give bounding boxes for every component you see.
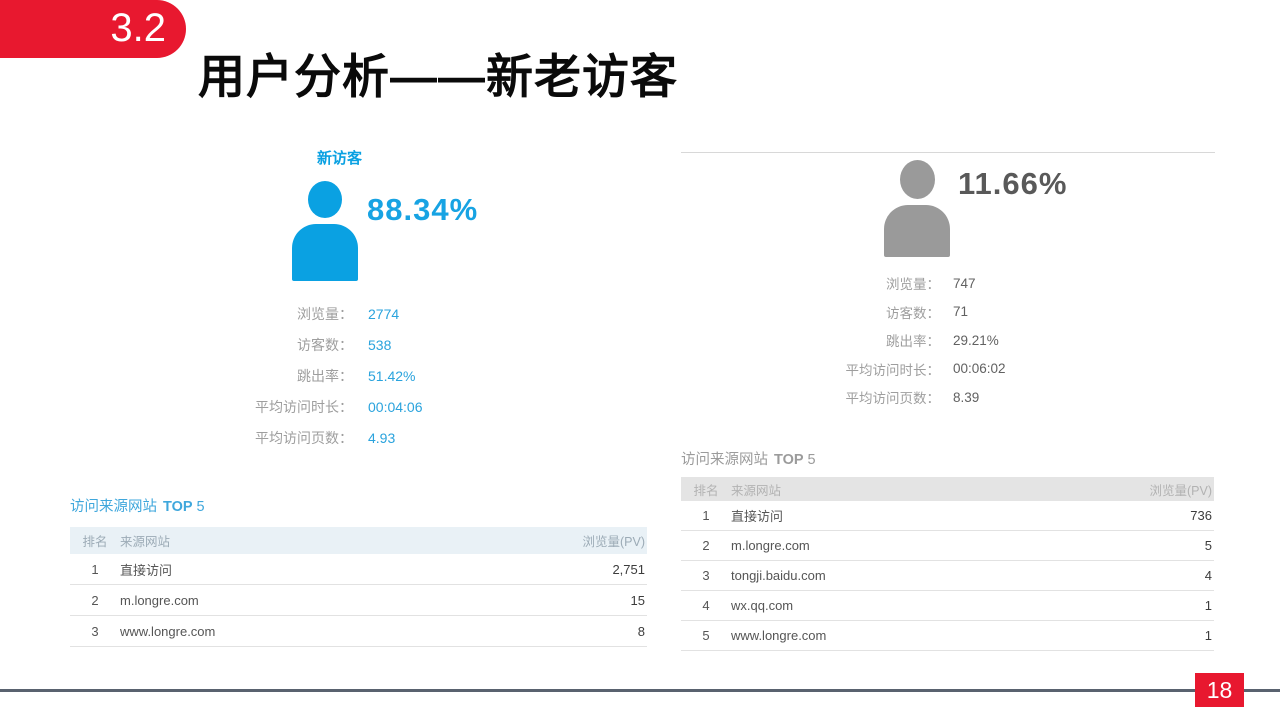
returning-visitors-percent: 11.66%	[958, 166, 1068, 201]
table-row: 3 www.longre.com 8	[70, 616, 647, 647]
section-number-badge: 3.2	[0, 0, 186, 58]
stat-label: 访客数：	[886, 305, 940, 321]
table-row: 1 直接访问 2,751	[70, 554, 647, 585]
table-title-text: 访问来源网站	[70, 499, 157, 515]
stat-value: 8.39	[953, 389, 980, 405]
new-visitors-percent: 88.34%	[367, 192, 479, 227]
table-title-top: TOP	[163, 499, 193, 515]
source-table-title-right: 访问来源网站 TOP 5	[681, 448, 816, 469]
cell-rank: 2	[702, 538, 710, 553]
cell-site: m.longre.com	[731, 538, 810, 553]
source-table-right: 排名 来源网站 浏览量(PV) 1 直接访问 736 2 m.longre.co…	[681, 477, 1214, 651]
cell-rank: 3	[702, 568, 710, 583]
cell-rank: 1	[91, 561, 99, 577]
table-row: 3 tongji.baidu.com 4	[681, 561, 1214, 591]
cell-site: www.longre.com	[120, 623, 216, 639]
stat-value: 4.93	[368, 429, 396, 446]
stat-row: 访客数： 71	[772, 298, 1006, 327]
header-site: 来源网站	[120, 535, 171, 549]
cell-pv: 15	[630, 592, 645, 608]
cell-pv: 4	[1204, 568, 1212, 583]
table-header-row: 排名 来源网站 浏览量(PV)	[681, 477, 1214, 501]
stat-label: 浏览量：	[297, 305, 353, 322]
stat-row: 平均访问时长： 00:06:02	[772, 355, 1006, 384]
stat-label: 浏览量：	[886, 277, 940, 293]
stat-value: 2774	[368, 305, 400, 322]
returning-visitors-stats: 浏览量： 747 访客数： 71 跳出率： 29.21% 平均访问时长： 00:…	[772, 269, 1006, 412]
cell-rank: 3	[91, 623, 99, 639]
table-title-n: 5	[807, 452, 816, 468]
stat-label: 平均访问页数：	[255, 429, 353, 446]
stat-label: 平均访问时长：	[255, 398, 353, 415]
header-site: 来源网站	[731, 483, 782, 498]
cell-pv: 1	[1204, 628, 1212, 643]
stat-label: 平均访问时长：	[845, 362, 941, 378]
stat-row: 跳出率： 51.42%	[185, 360, 423, 391]
panel-top-divider	[681, 152, 1215, 153]
stat-row: 浏览量： 2774	[185, 298, 423, 329]
cell-site: m.longre.com	[120, 592, 199, 608]
page-number-badge: 18	[1195, 673, 1244, 707]
cell-rank: 4	[702, 598, 710, 613]
stat-row: 跳出率： 29.21%	[772, 326, 1006, 355]
source-table-left: 排名 来源网站 浏览量(PV) 1 直接访问 2,751 2 m.longre.…	[70, 527, 647, 647]
stat-row: 平均访问页数： 4.93	[185, 422, 423, 453]
stat-value: 747	[953, 275, 976, 291]
table-row: 1 直接访问 736	[681, 501, 1214, 531]
stat-row: 访客数： 538	[185, 329, 423, 360]
stat-value: 51.42%	[368, 367, 416, 384]
cell-pv: 5	[1204, 538, 1212, 553]
source-table-title-left: 访问来源网站 TOP 5	[70, 495, 205, 516]
page-title: 用户分析——新老访客	[198, 50, 678, 103]
cell-site: 直接访问	[731, 509, 784, 524]
table-row: 5 www.longre.com 1	[681, 621, 1214, 651]
stat-value: 538	[368, 336, 392, 353]
table-row: 2 m.longre.com 15	[70, 585, 647, 616]
cell-site: www.longre.com	[731, 628, 827, 643]
stat-label: 跳出率：	[886, 334, 940, 350]
table-row: 4 wx.qq.com 1	[681, 591, 1214, 621]
table-header-row: 排名 来源网站 浏览量(PV)	[70, 527, 647, 554]
cell-rank: 1	[702, 508, 710, 523]
stat-value: 00:04:06	[368, 398, 423, 415]
table-title-text: 访问来源网站	[681, 452, 768, 468]
footer-divider-line	[0, 689, 1280, 692]
stat-row: 平均访问页数： 8.39	[772, 383, 1006, 412]
table-row: 2 m.longre.com 5	[681, 531, 1214, 561]
cell-site: 直接访问	[120, 562, 173, 578]
cell-pv: 8	[637, 623, 645, 639]
cell-pv: 2,751	[612, 561, 645, 577]
cell-site: wx.qq.com	[731, 598, 794, 613]
stat-label: 访客数：	[297, 336, 353, 353]
cell-rank: 2	[91, 592, 99, 608]
cell-rank: 5	[702, 628, 710, 643]
stat-label: 跳出率：	[297, 367, 353, 384]
header-rank: 排名	[82, 535, 108, 549]
cell-pv: 736	[1190, 508, 1212, 523]
stat-row: 平均访问时长： 00:04:06	[185, 391, 423, 422]
stat-label: 平均访问页数：	[845, 391, 941, 407]
table-title-n: 5	[196, 499, 205, 515]
header-pv: 浏览量(PV)	[1149, 483, 1212, 498]
header-pv: 浏览量(PV)	[582, 535, 645, 549]
stat-row: 浏览量： 747	[772, 269, 1006, 298]
header-rank: 排名	[693, 483, 719, 498]
new-visitors-label: 新访客	[317, 150, 363, 167]
stat-value: 00:06:02	[953, 361, 1006, 377]
cell-site: tongji.baidu.com	[731, 568, 826, 583]
stat-value: 29.21%	[953, 332, 999, 348]
new-visitors-stats: 浏览量： 2774 访客数： 538 跳出率： 51.42% 平均访问时长： 0…	[185, 298, 423, 453]
table-title-top: TOP	[774, 452, 804, 468]
stat-value: 71	[953, 304, 969, 320]
cell-pv: 1	[1204, 598, 1212, 613]
